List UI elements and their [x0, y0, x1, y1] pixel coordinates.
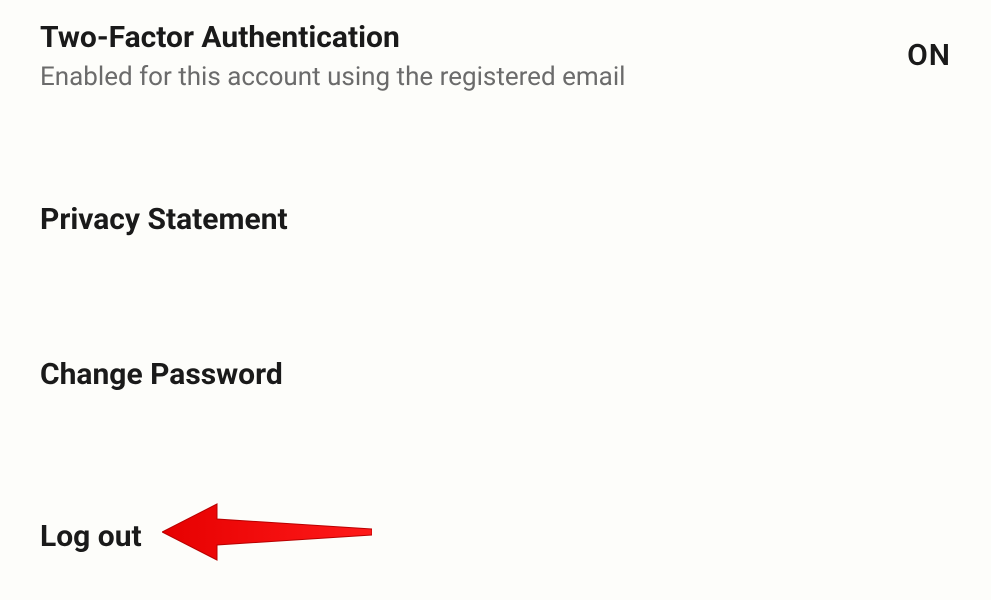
- two-factor-subtitle: Enabled for this account using the regis…: [40, 62, 625, 92]
- two-factor-main: Two-Factor Authentication Enabled for th…: [40, 20, 625, 92]
- privacy-statement-link[interactable]: Privacy Statement: [40, 202, 951, 237]
- privacy-statement-label: Privacy Statement: [40, 202, 288, 237]
- change-password-link[interactable]: Change Password: [40, 357, 951, 392]
- arrow-left-icon: [162, 502, 372, 570]
- two-factor-row[interactable]: Two-Factor Authentication Enabled for th…: [40, 20, 951, 92]
- two-factor-title: Two-Factor Authentication: [40, 20, 625, 56]
- change-password-label: Change Password: [40, 357, 283, 392]
- two-factor-toggle-state[interactable]: ON: [907, 20, 951, 73]
- logout-label: Log out: [40, 519, 142, 554]
- logout-link[interactable]: Log out: [40, 502, 951, 570]
